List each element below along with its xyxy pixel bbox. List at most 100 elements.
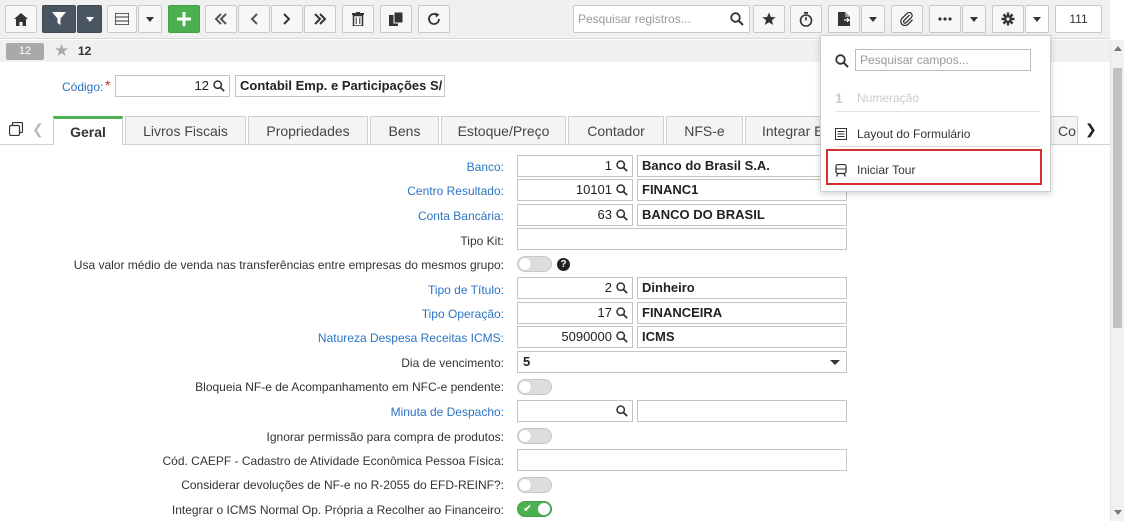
first-icon [214,13,227,25]
record-count: 111 [1055,5,1102,33]
favorite-button[interactable] [753,5,785,33]
more-dropdown-button[interactable] [962,5,986,33]
home-button[interactable] [5,5,37,33]
menu-item-iniciar-tour[interactable]: Iniciar Tour [821,158,1050,182]
tipo-titulo-code-field[interactable]: 2 [517,277,633,299]
attachment-button[interactable] [891,5,923,33]
plus-icon [177,12,191,26]
caepf-field[interactable] [517,449,847,471]
tab-contador[interactable]: Contador [568,116,664,144]
record-search [573,5,750,33]
natureza-code-field[interactable]: 5090000 [517,326,633,348]
conta-name: BANCO DO BRASIL [637,204,847,226]
refresh-button[interactable] [418,5,450,33]
tabs-scroll-left-icon[interactable]: ❮ [32,122,44,136]
integrar-icms-toggle[interactable]: ✔ [517,501,552,517]
tipo-titulo-label: Tipo de Título: [427,283,504,297]
settings-button[interactable] [992,5,1024,33]
more-button[interactable] [929,5,961,33]
tab-bens[interactable]: Bens [370,116,439,144]
menu-divider [835,111,1040,112]
tipo-kit-field[interactable] [517,228,847,250]
tab-geral[interactable]: Geral [53,116,123,145]
search-icon[interactable] [616,282,628,294]
star-icon [762,12,776,25]
devolucoes-label: Considerar devoluções de NF-e no R-2055 … [181,478,504,492]
next-icon [283,13,291,25]
banco-code: 1 [604,158,612,173]
settings-dropdown-button[interactable] [1025,5,1049,33]
tipo-operacao-label: Tipo Operação: [421,307,504,321]
tab-integrar[interactable]: Integrar E [745,116,825,144]
filter-icon [52,12,66,25]
tipo-titulo-name: Dinheiro [637,277,847,299]
menu-item-numeracao: 1 Numeração [821,86,1050,110]
menu-divider [835,146,1040,147]
search-icon[interactable] [616,209,628,221]
refresh-icon [428,12,440,25]
form-layout-icon [835,128,847,140]
search-icon[interactable] [616,160,628,172]
tab-co[interactable]: Co [1048,116,1078,144]
star-icon[interactable]: ★ [54,41,69,61]
field-search-input[interactable] [856,50,1026,70]
timer-icon [799,11,813,27]
tab-livros-fiscais[interactable]: Livros Fiscais [125,116,246,144]
help-icon[interactable]: ? [557,258,570,271]
menu-item-layout[interactable]: Layout do Formulário [821,122,1050,146]
minuta-code-field[interactable] [517,400,633,422]
filter-dropdown-button[interactable] [77,5,102,33]
report-dropdown-button[interactable] [861,5,885,33]
search-icon[interactable] [730,12,744,26]
scroll-thumb[interactable] [1113,68,1122,328]
centro-code-field[interactable]: 10101 [517,179,633,201]
search-icon[interactable] [616,331,628,343]
tab-estoque-preco[interactable]: Estoque/Preço [441,116,566,144]
tab-propriedades[interactable]: Propriedades [248,116,368,144]
devolucoes-toggle[interactable] [517,477,552,493]
last-record-button[interactable] [304,5,336,33]
scroll-down-icon[interactable] [1114,510,1122,515]
conta-code: 63 [597,207,612,222]
next-record-button[interactable] [271,5,303,33]
toolbar: 111 [0,0,1110,39]
valor-medio-toggle[interactable] [517,256,552,272]
list-view-button[interactable] [107,5,137,33]
timer-button[interactable] [790,5,822,33]
scroll-up-icon[interactable] [1114,46,1122,51]
record-search-input[interactable] [574,6,724,32]
menu-item-numeracao-label: Numeração [857,91,920,105]
settings-menu: 1 Numeração Layout do Formulário Iniciar… [820,35,1051,192]
conta-code-field[interactable]: 63 [517,204,633,226]
copy-tabs-icon[interactable] [8,121,24,137]
tour-icon [835,164,847,177]
delete-button[interactable] [342,5,374,33]
bloqueia-toggle[interactable] [517,379,552,395]
duplicate-button[interactable] [380,5,412,33]
first-record-button[interactable] [205,5,237,33]
search-icon[interactable] [213,80,225,92]
tab-nfse[interactable]: NFS-e [666,116,743,144]
chevron-down-icon [830,360,840,365]
dia-vencimento-select[interactable]: 5 [517,351,847,373]
search-icon[interactable] [616,307,628,319]
tipo-titulo-code: 2 [604,280,612,295]
search-icon[interactable] [616,184,628,196]
filter-button[interactable] [42,5,76,33]
view-dropdown-button[interactable] [138,5,162,33]
search-icon[interactable] [616,405,628,417]
chevron-down-icon [1033,16,1041,22]
banco-name: Banco do Brasil S.A. [637,155,847,177]
banco-code-field[interactable]: 1 [517,155,633,177]
prev-record-button[interactable] [238,5,270,33]
check-icon: ✔ [523,503,533,515]
tipo-operacao-code-field[interactable]: 17 [517,302,633,324]
ignorar-toggle[interactable] [517,428,552,444]
page-scrollbar[interactable] [1110,40,1124,521]
tabs-scroll-right-icon[interactable]: ❯ [1085,122,1097,136]
prev-icon [250,13,258,25]
report-button[interactable] [828,5,860,33]
codigo-field[interactable]: 12 [115,75,230,97]
add-button[interactable] [168,5,200,33]
home-icon [14,12,28,26]
